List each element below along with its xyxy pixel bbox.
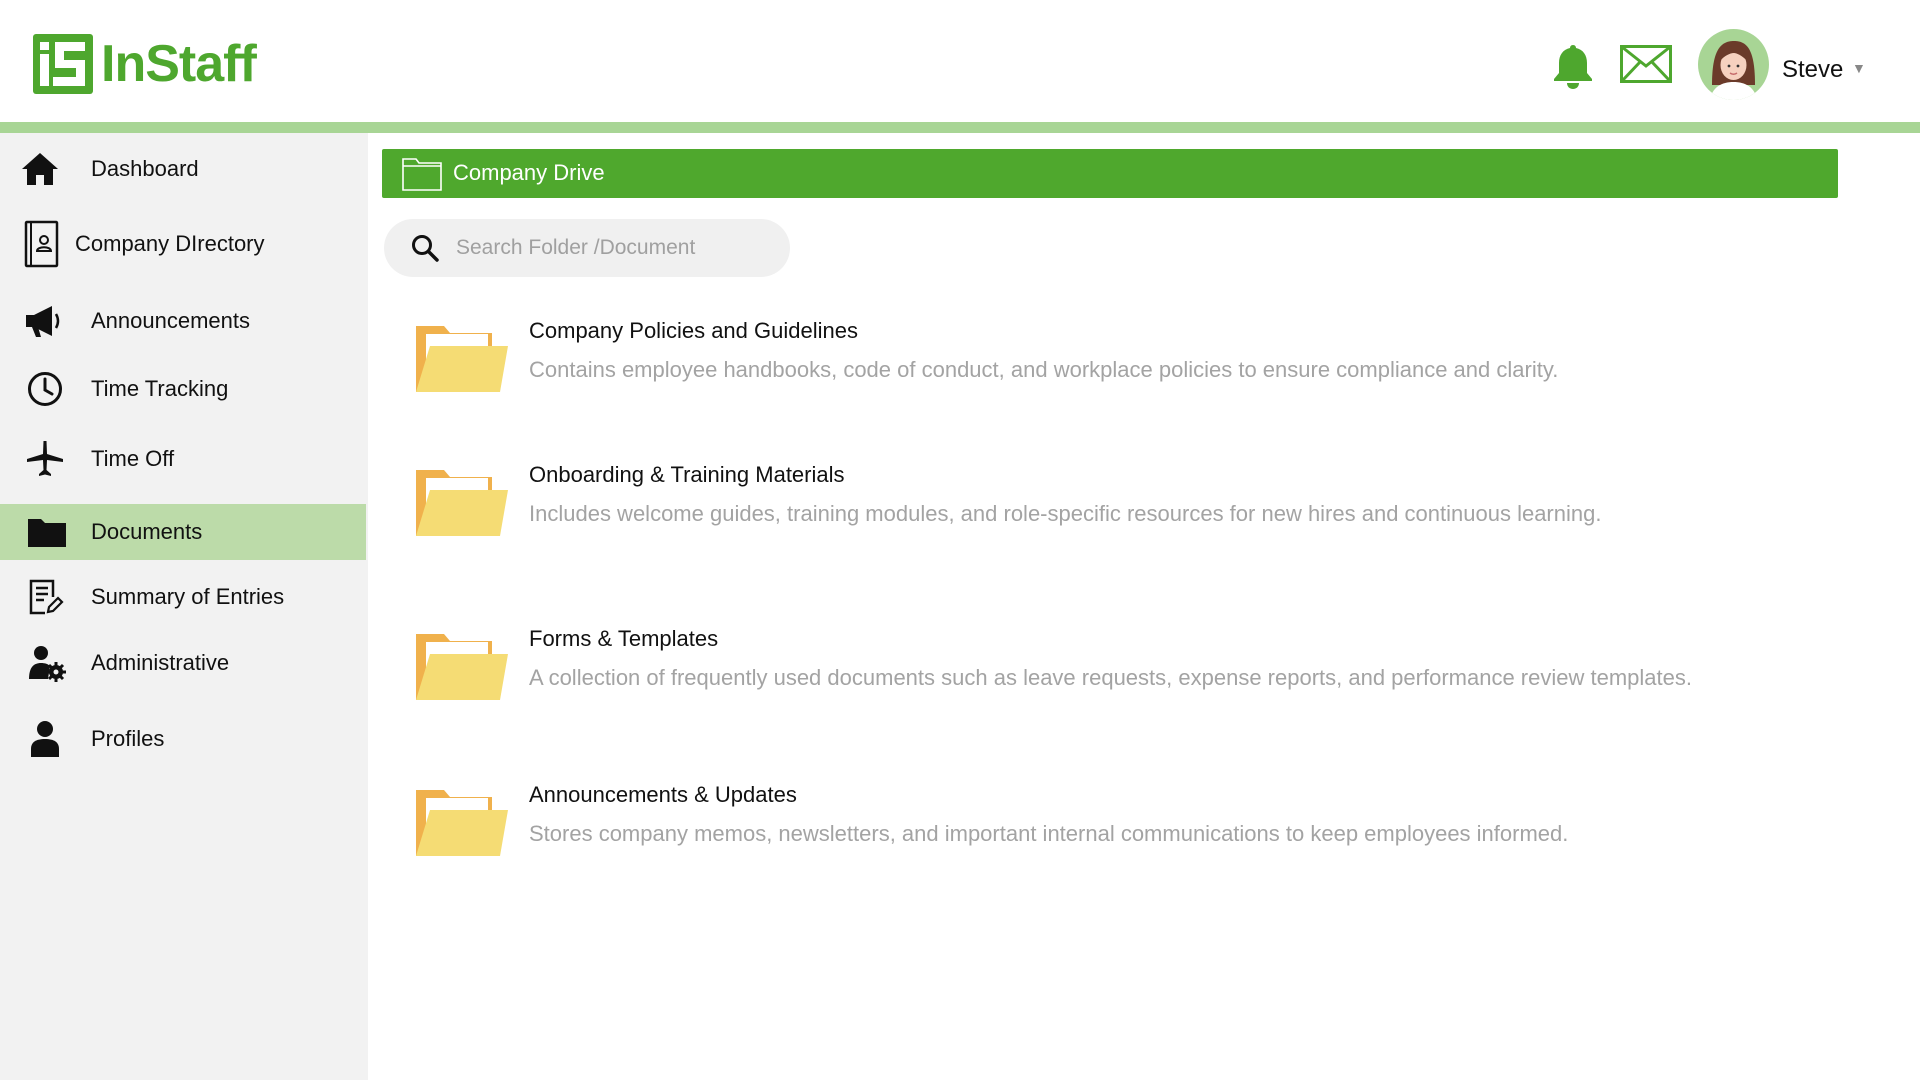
folder-description: A collection of frequently used document… xyxy=(529,665,1692,690)
folder-description: Stores company memos, newsletters, and i… xyxy=(529,821,1569,846)
sidebar-item-documents[interactable]: Documents xyxy=(0,504,366,560)
folder-icon xyxy=(416,634,508,700)
sidebar-item-label: Announcements xyxy=(91,308,250,333)
sidebar-item-label: Time Off xyxy=(91,446,175,471)
sidebar-item-company-directory[interactable]: Company DIrectory xyxy=(0,216,366,272)
clock-icon xyxy=(28,372,62,406)
sidebar-item-summary-of-entries[interactable]: Summary of Entries xyxy=(0,569,366,625)
folder-description: Includes welcome guides, training module… xyxy=(529,501,1602,526)
sidebar-item-label: Administrative xyxy=(91,650,230,675)
folder-icon xyxy=(416,326,508,392)
logo-mark-icon xyxy=(33,34,93,94)
megaphone-icon xyxy=(26,306,60,337)
sidebar-item-announcements[interactable]: Announcements xyxy=(0,293,366,349)
folder-icon xyxy=(28,519,66,547)
app-name: InStaff xyxy=(101,35,257,93)
airplane-icon xyxy=(27,441,63,476)
sidebar: Dashboard Company DIrectory Announcement… xyxy=(0,133,368,1080)
user-menu-caret-icon[interactable]: ▼ xyxy=(1852,60,1866,76)
sidebar-item-dashboard[interactable]: Dashboard xyxy=(0,141,366,197)
bell-icon[interactable] xyxy=(1552,43,1594,89)
folder-title[interactable]: Forms & Templates xyxy=(529,626,718,652)
folder-icon xyxy=(416,790,508,856)
search-input[interactable] xyxy=(456,228,776,268)
home-icon xyxy=(22,153,58,185)
app-logo[interactable]: InStaff xyxy=(33,34,257,94)
folder-item-company-policies[interactable]: Company Policies and Guidelines Contains… xyxy=(400,318,1820,428)
sidebar-item-time-off[interactable]: Time Off xyxy=(0,431,366,487)
top-header: InStaff Steve ▼ xyxy=(0,0,1920,122)
edit-document-icon xyxy=(29,579,64,615)
folder-item-announcements-updates[interactable]: Announcements & Updates Stores company m… xyxy=(400,782,1820,892)
folder-icon xyxy=(416,470,508,536)
user-name[interactable]: Steve xyxy=(1782,56,1843,84)
sidebar-item-label: Company DIrectory xyxy=(75,231,265,256)
user-icon xyxy=(31,721,59,757)
sidebar-item-label: Summary of Entries xyxy=(91,584,285,609)
folder-title[interactable]: Company Policies and Guidelines xyxy=(529,318,858,344)
company-drive-header: Company Drive xyxy=(382,149,1838,198)
company-drive-title: Company Drive xyxy=(453,160,605,185)
search-bar[interactable] xyxy=(384,219,790,277)
folder-title[interactable]: Announcements & Updates xyxy=(529,782,797,808)
sidebar-item-administrative[interactable]: Administrative xyxy=(0,635,366,691)
contact-book-icon xyxy=(24,220,59,268)
sidebar-item-label: Time Tracking xyxy=(91,376,229,401)
folder-description: Contains employee handbooks, code of con… xyxy=(529,357,1559,382)
sidebar-item-time-tracking[interactable]: Time Tracking xyxy=(0,361,366,417)
avatar-face-icon xyxy=(1710,41,1757,100)
sidebar-item-label: Dashboard xyxy=(91,156,199,181)
user-avatar[interactable] xyxy=(1698,29,1769,100)
folder-item-onboarding-training[interactable]: Onboarding & Training Materials Includes… xyxy=(400,462,1820,572)
search-icon xyxy=(412,235,439,262)
header-divider xyxy=(0,122,1920,133)
folder-outline-icon xyxy=(402,158,442,191)
folder-item-forms-templates[interactable]: Forms & Templates A collection of freque… xyxy=(400,626,1820,736)
sidebar-item-label: Profiles xyxy=(91,726,165,751)
folder-title[interactable]: Onboarding & Training Materials xyxy=(529,462,845,488)
mail-icon[interactable] xyxy=(1620,45,1672,83)
sidebar-item-label: Documents xyxy=(91,519,203,544)
user-gear-icon xyxy=(29,646,66,682)
sidebar-item-profiles[interactable]: Profiles xyxy=(0,711,366,767)
